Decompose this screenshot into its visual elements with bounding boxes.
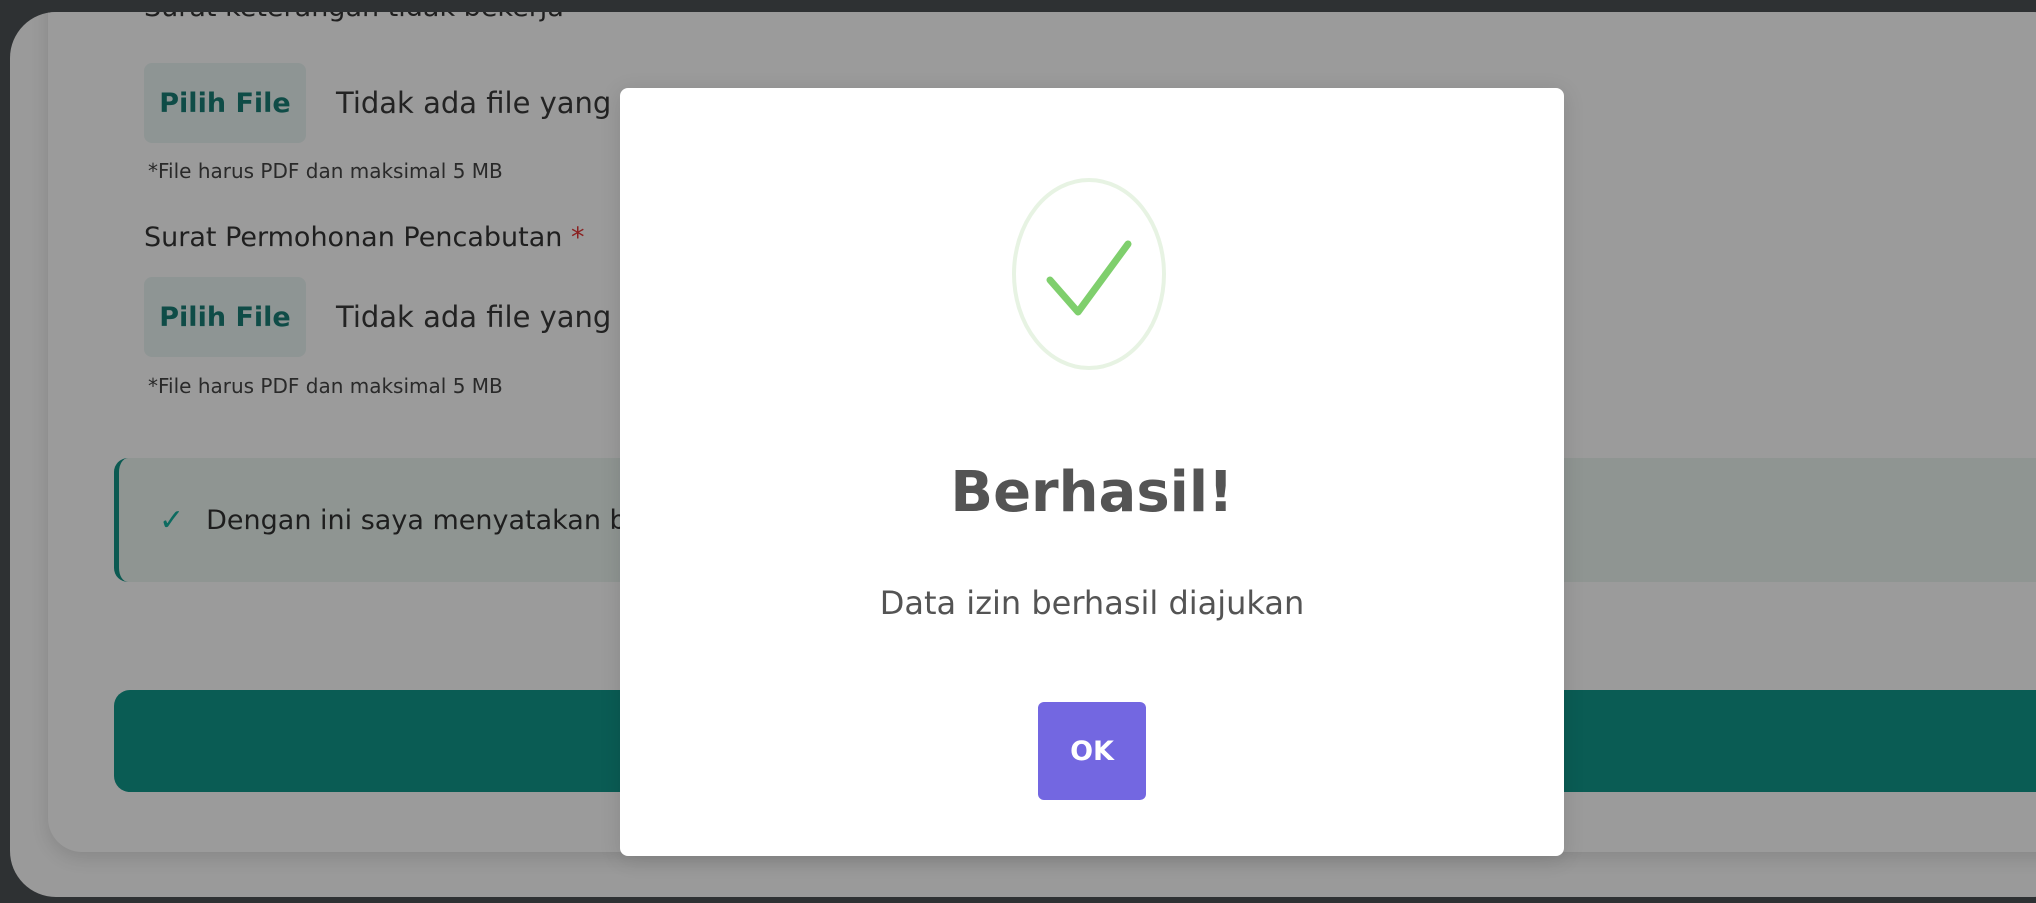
field-label-text: Surat Permohonan Pencabutan [144, 222, 563, 253]
ok-button[interactable]: OK [1038, 702, 1146, 800]
field-label-surat-permohonan: Surat Permohonan Pencabutan * [144, 222, 584, 253]
choose-file-button[interactable]: Pilih File [144, 277, 306, 357]
check-circle-icon [1012, 178, 1166, 370]
dialog-message: Data izin berhasil diajukan [879, 584, 1305, 622]
consent-text: Dengan ini saya menyatakan ba [206, 504, 644, 536]
choose-file-button[interactable]: Pilih File [144, 63, 306, 143]
field-label-surat-keterangan: Surat keterangan tidak bekerja [144, 12, 564, 23]
success-dialog: Berhasil! Data izin berhasil diajukan OK [620, 88, 1564, 856]
check-icon: ✓ [159, 502, 185, 538]
required-marker: * [570, 222, 585, 253]
file-hint: *File harus PDF dan maksimal 5 MB [148, 374, 503, 398]
dialog-title: Berhasil! [950, 460, 1234, 525]
file-hint: *File harus PDF dan maksimal 5 MB [148, 159, 503, 183]
